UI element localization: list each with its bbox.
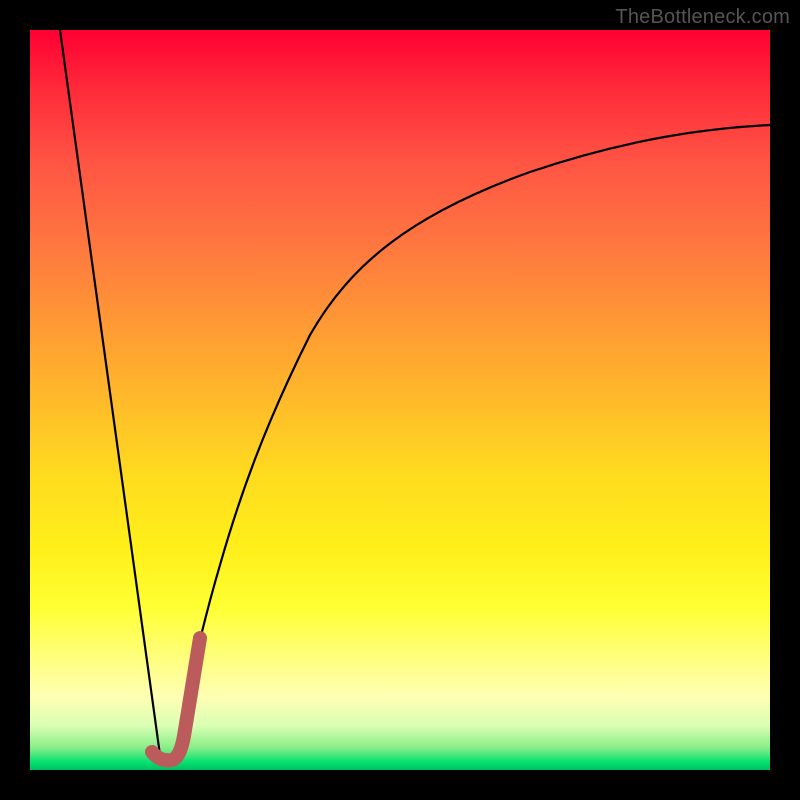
left-line	[60, 30, 160, 755]
watermark-text: TheBottleneck.com	[615, 6, 790, 29]
curves-layer	[30, 30, 770, 770]
log-curve	[175, 125, 770, 755]
plot-area	[30, 30, 770, 770]
chart-container: TheBottleneck.com	[0, 0, 800, 800]
